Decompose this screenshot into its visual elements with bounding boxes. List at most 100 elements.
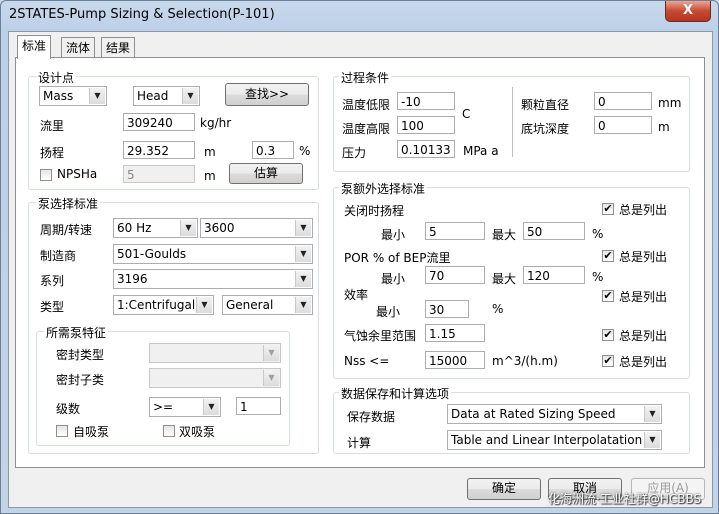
chevron-down-icon: ▼ xyxy=(644,406,660,422)
estimate-button[interactable]: 估算 xyxy=(229,163,303,184)
shutoff-always-label: 总是列出 xyxy=(619,203,668,217)
chevron-down-icon: ▼ xyxy=(203,399,219,415)
tab-results[interactable]: 结果 xyxy=(101,37,136,58)
calc-value: Table and Linear Interpolatation xyxy=(451,433,643,447)
frequency-select[interactable]: 60 Hz ▼ xyxy=(113,218,198,238)
flow-unit: kg/hr xyxy=(200,116,232,130)
shutoff-always-checkbox[interactable]: ✔ xyxy=(602,203,614,215)
stages-input[interactable]: 1 xyxy=(236,397,281,415)
extra-criteria-legend: 泵额外选择标准 xyxy=(339,180,428,197)
npsh-always-checkbox[interactable]: ✔ xyxy=(602,329,614,341)
por-pct: % xyxy=(592,270,604,284)
shutoff-max-input[interactable]: 50 xyxy=(523,222,585,240)
series-select[interactable]: 3196 ▼ xyxy=(113,269,313,289)
shutoff-label: 关闭时扬程 xyxy=(344,204,405,218)
npsha-checkbox[interactable] xyxy=(40,169,52,181)
depth-input[interactable]: 0 xyxy=(594,116,652,134)
type-label: 类型 xyxy=(40,300,65,314)
process-legend: 过程条件 xyxy=(339,69,392,86)
chevron-down-icon: ▼ xyxy=(89,88,105,104)
save-data-value: Data at Rated Sizing Speed xyxy=(451,407,616,421)
seal-type-select[interactable]: ▼ xyxy=(149,343,281,363)
chevron-down-icon: ▼ xyxy=(295,220,311,236)
calc-label: 计算 xyxy=(347,436,372,450)
double-suction-checkbox[interactable] xyxy=(163,425,175,437)
seal-subtype-label: 密封子类 xyxy=(56,373,105,387)
stages-label: 级数 xyxy=(56,402,81,416)
shutoff-min-input[interactable]: 5 xyxy=(425,222,485,240)
npsha-input[interactable]: 5 xyxy=(123,165,195,183)
por-max-input[interactable]: 120 xyxy=(523,266,585,284)
nss-unit: m^3/(h.m) xyxy=(492,354,558,368)
chevron-down-icon: ▼ xyxy=(263,345,279,361)
tmin-input[interactable]: -10 xyxy=(397,92,455,110)
flow-basis-value: Mass xyxy=(43,89,74,103)
tmin-label: 温度低限 xyxy=(342,98,391,112)
head-input[interactable]: 29.352 xyxy=(123,141,195,159)
data-options-legend: 数据保存和计算选项 xyxy=(339,385,452,402)
speed-value: 3600 xyxy=(204,221,235,235)
stages-op-value: >= xyxy=(153,400,174,414)
por-always-checkbox[interactable]: ✔ xyxy=(602,250,614,262)
chevron-down-icon: ▼ xyxy=(644,432,660,448)
tmax-label: 温度高限 xyxy=(342,122,391,136)
tab-standard[interactable]: 标准 xyxy=(17,35,52,59)
seal-type-label: 密封类型 xyxy=(56,348,105,362)
chevron-down-icon: ▼ xyxy=(295,297,311,313)
pump-criteria-legend: 泵选择标准 xyxy=(36,195,101,212)
chevron-down-icon: ▼ xyxy=(295,246,311,262)
self-priming-checkbox[interactable] xyxy=(56,425,68,437)
find-button[interactable]: 查找>> xyxy=(225,83,309,106)
frequency-value: 60 Hz xyxy=(117,221,152,235)
chevron-down-icon: ▼ xyxy=(182,88,198,104)
save-data-label: 保存数据 xyxy=(347,410,396,424)
type-value: 1:Centrifugal xyxy=(117,298,196,312)
close-button[interactable]: X xyxy=(665,1,711,22)
flow-basis-select[interactable]: Mass ▼ xyxy=(39,86,107,106)
ok-button[interactable]: 确定 xyxy=(467,478,541,500)
flow-label: 流里 xyxy=(40,119,65,133)
head-label: 扬程 xyxy=(40,146,65,160)
por-always-label: 总是列出 xyxy=(619,250,668,264)
chevron-down-icon: ▼ xyxy=(180,220,196,236)
particle-input[interactable]: 0 xyxy=(594,92,652,110)
eff-always-label: 总是列出 xyxy=(619,290,668,304)
tmax-input[interactable]: 100 xyxy=(397,116,455,134)
vendor-select[interactable]: 501-Goulds ▼ xyxy=(113,244,313,264)
type2-select[interactable]: General ▼ xyxy=(222,295,313,315)
nss-input[interactable]: 15000 xyxy=(425,351,485,369)
por-max-label: 最大 xyxy=(492,272,517,286)
npsha-label: NPSHa xyxy=(57,167,98,181)
shutoff-pct: % xyxy=(592,227,604,241)
calc-select[interactable]: Table and Linear Interpolatation ▼ xyxy=(447,430,662,450)
eff-always-checkbox[interactable]: ✔ xyxy=(602,290,614,302)
particle-unit: mm xyxy=(658,96,682,110)
process-separator xyxy=(512,87,513,157)
type2-value: General xyxy=(226,298,274,312)
head-margin-input[interactable]: 0.3 xyxy=(252,141,294,159)
head-basis-select[interactable]: Head ▼ xyxy=(133,86,200,106)
flow-input[interactable]: 309240 xyxy=(123,113,195,131)
stages-op-select[interactable]: >= ▼ xyxy=(149,397,221,417)
eff-min-input[interactable]: 30 xyxy=(425,300,469,318)
chevron-down-icon: ▼ xyxy=(295,271,311,287)
save-data-select[interactable]: Data at Rated Sizing Speed ▼ xyxy=(447,404,662,424)
por-min-input[interactable]: 70 xyxy=(425,266,485,284)
npsh-always-label: 总是列出 xyxy=(619,329,668,343)
npsh-margin-label: 气蚀余里范围 xyxy=(344,329,417,343)
shutoff-max-label: 最大 xyxy=(492,228,517,242)
type-select[interactable]: 1:Centrifugal ▼ xyxy=(113,295,214,315)
nss-always-checkbox[interactable]: ✔ xyxy=(602,355,614,367)
npsh-margin-input[interactable]: 1.15 xyxy=(425,324,485,342)
por-min-label: 最小 xyxy=(381,272,406,286)
tab-fluid[interactable]: 流体 xyxy=(61,37,96,58)
seal-subtype-select[interactable]: ▼ xyxy=(149,368,281,388)
shutoff-min-label: 最小 xyxy=(381,228,406,242)
chevron-down-icon: ▼ xyxy=(263,370,279,386)
speed-select[interactable]: 3600 ▼ xyxy=(200,218,313,238)
eff-pct: % xyxy=(492,302,504,316)
pressure-input[interactable]: 0.10133 xyxy=(397,140,455,158)
nss-label: Nss <= xyxy=(344,354,390,368)
pressure-label: 压力 xyxy=(342,146,367,160)
vendor-value: 501-Goulds xyxy=(117,247,187,261)
